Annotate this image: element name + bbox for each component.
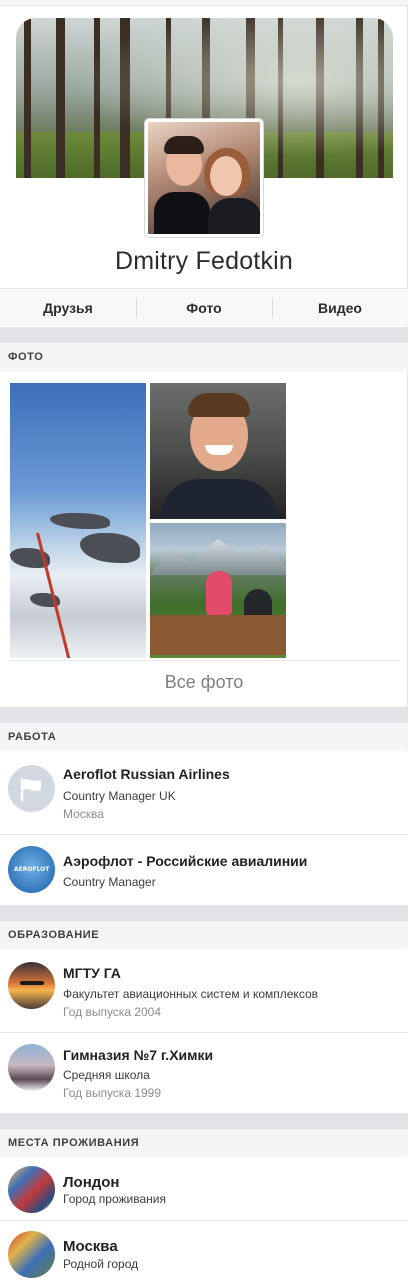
education-section-title: ОБРАЗОВАНИЕ xyxy=(0,921,408,949)
work-title: Aeroflot Russian Airlines xyxy=(63,766,230,782)
education-type: Средняя школа xyxy=(63,1068,150,1082)
education-year: Год выпуска 2004 xyxy=(63,1005,162,1019)
school-avatar xyxy=(8,1044,55,1091)
profile-page: Dmitry Fedotkin Друзья Фото Видео ФОТО В… xyxy=(0,0,408,1280)
photos-section-title: ФОТО xyxy=(0,343,408,371)
city-avatar xyxy=(8,1166,55,1213)
flag-icon xyxy=(8,765,55,812)
section-gap xyxy=(0,327,408,343)
aeroflot-logo-icon: AEROFLOT xyxy=(8,846,55,893)
work-position: Country Manager UK xyxy=(63,789,176,803)
top-divider xyxy=(0,0,408,6)
place-type: Родной город xyxy=(63,1257,139,1271)
profile-avatar[interactable] xyxy=(145,119,263,237)
place-title: Лондон xyxy=(63,1174,120,1191)
work-title: Аэрофлот - Российские авиалинии xyxy=(63,853,308,869)
tab-friends[interactable]: Друзья xyxy=(0,289,136,326)
profile-tabs: Друзья Фото Видео xyxy=(0,288,408,326)
profile-name: Dmitry Fedotkin xyxy=(114,247,294,275)
place-title: Москва xyxy=(63,1238,118,1255)
work-item[interactable]: AEROFLOT Аэрофлот - Российские авиалинии… xyxy=(0,835,408,905)
education-faculty: Факультет авиационных систем и комплексо… xyxy=(63,987,318,1001)
education-item[interactable]: Гимназия №7 г.Химки Средняя школа Год вы… xyxy=(0,1033,408,1113)
section-gap xyxy=(0,905,408,921)
work-item[interactable]: Aeroflot Russian Airlines Country Manage… xyxy=(0,752,408,834)
photo-mountain[interactable] xyxy=(10,383,146,658)
places-section-title: МЕСТА ПРОЖИВАНИЯ xyxy=(0,1129,408,1157)
education-year: Год выпуска 1999 xyxy=(63,1086,162,1100)
education-item[interactable]: МГТУ ГА Факультет авиационных систем и к… xyxy=(0,950,408,1032)
work-section-title: РАБОТА xyxy=(0,723,408,751)
aeroflot-logo-text: AEROFLOT xyxy=(14,866,50,873)
photo-portrait[interactable] xyxy=(150,383,286,519)
place-item[interactable]: Лондон Город проживания xyxy=(0,1158,408,1220)
place-item[interactable]: Москва Родной город xyxy=(0,1221,408,1280)
education-title: МГТУ ГА xyxy=(63,965,121,981)
city-avatar xyxy=(8,1231,55,1278)
place-type: Город проживания xyxy=(63,1192,166,1206)
tab-videos[interactable]: Видео xyxy=(272,289,408,326)
tab-photos[interactable]: Фото xyxy=(136,289,272,326)
photo-meeting[interactable] xyxy=(150,523,286,658)
section-gap xyxy=(0,1113,408,1129)
section-gap xyxy=(0,707,408,723)
education-title: Гимназия №7 г.Химки xyxy=(63,1047,214,1063)
work-city: Москва xyxy=(63,807,104,821)
work-position: Country Manager xyxy=(63,875,156,889)
all-photos-link[interactable]: Все фото xyxy=(0,672,408,693)
university-avatar xyxy=(8,962,55,1009)
